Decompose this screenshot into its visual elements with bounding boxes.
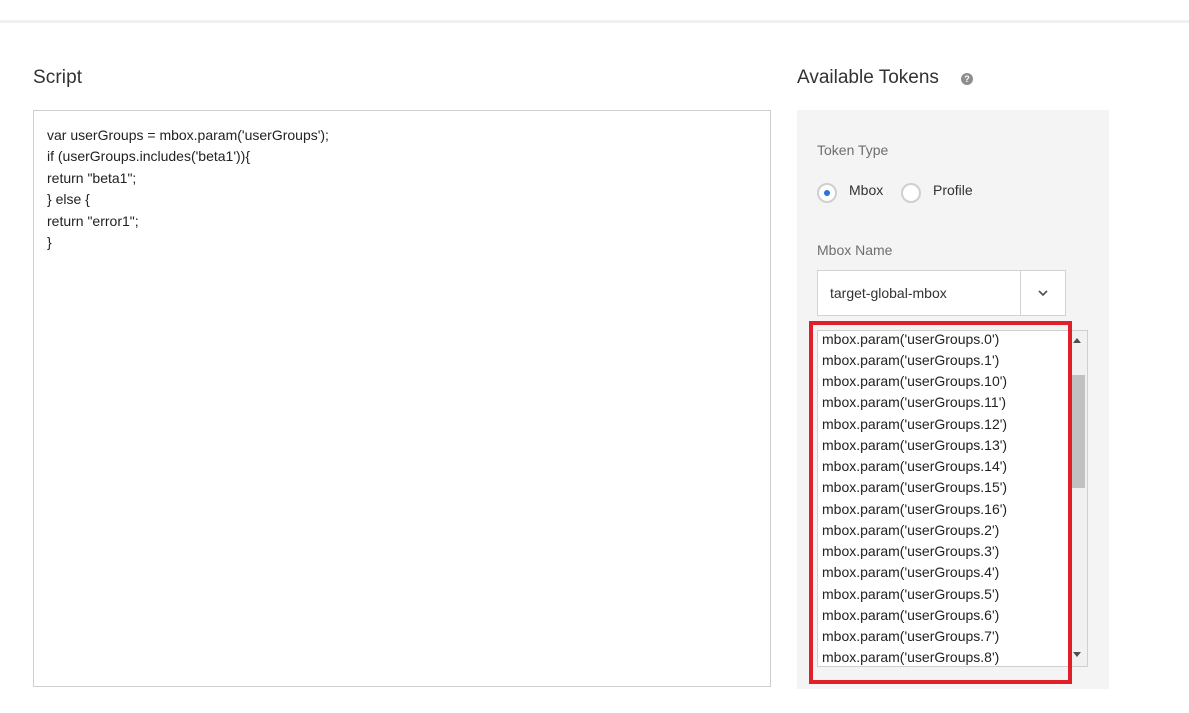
mbox-select-value: target-global-mbox: [830, 285, 947, 301]
available-tokens-title: Available Tokens: [797, 67, 939, 88]
highlight-annotation-box: [809, 321, 1072, 684]
top-divider: [0, 20, 1189, 23]
scroll-thumb[interactable]: [1070, 375, 1085, 488]
chevron-down-icon[interactable]: [1036, 286, 1050, 300]
radio-profile-label[interactable]: Profile: [933, 182, 973, 198]
scroll-down-arrow-icon[interactable]: [1073, 652, 1081, 657]
radio-mbox-label[interactable]: Mbox: [849, 182, 883, 198]
scroll-up-arrow-icon[interactable]: [1073, 338, 1081, 343]
code-line: if (userGroups.includes('beta1')){: [47, 148, 250, 165]
code-line: } else {: [47, 191, 90, 208]
script-editor[interactable]: var userGroups = mbox.param('userGroups'…: [33, 110, 771, 687]
code-line: }: [47, 234, 52, 251]
mbox-name-select[interactable]: target-global-mbox: [817, 270, 1066, 316]
mbox-name-label: Mbox Name: [817, 242, 893, 258]
radio-profile[interactable]: [901, 183, 921, 203]
radio-mbox[interactable]: [817, 183, 837, 203]
select-divider: [1020, 271, 1021, 315]
code-line: return "error1";: [47, 212, 139, 229]
question-circle-icon[interactable]: ?: [961, 73, 973, 85]
code-line: return "beta1";: [47, 169, 137, 186]
token-type-label: Token Type: [817, 142, 889, 158]
script-title: Script: [33, 67, 83, 88]
code-line: var userGroups = mbox.param('userGroups'…: [47, 127, 329, 143]
